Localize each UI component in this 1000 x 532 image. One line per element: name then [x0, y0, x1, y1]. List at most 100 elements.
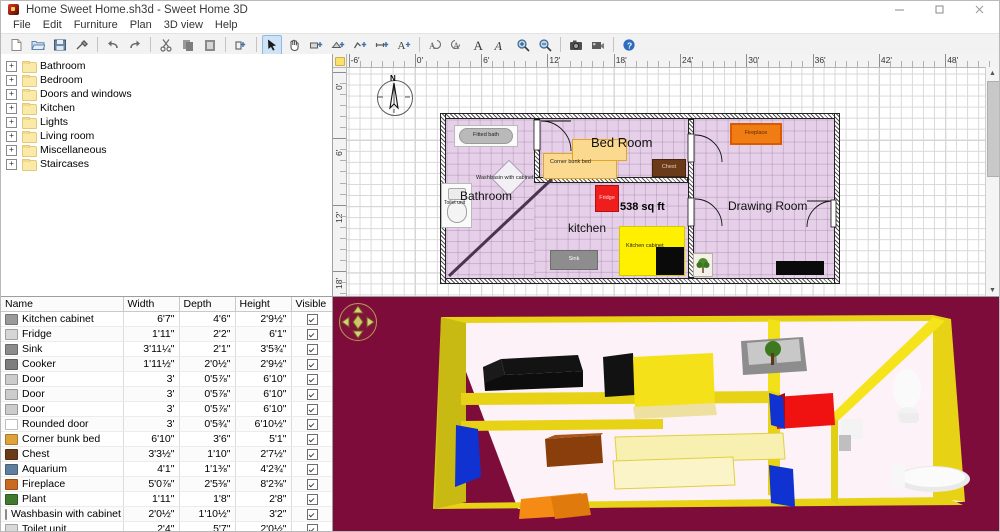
cell-visible[interactable]: [291, 386, 332, 402]
catalog-item-kitchen[interactable]: + Kitchen: [1, 101, 332, 115]
visible-checkbox[interactable]: [306, 493, 318, 505]
catalog-item-doors-and-windows[interactable]: + Doors and windows: [1, 87, 332, 101]
video-create-icon[interactable]: [588, 35, 608, 55]
plan-view[interactable]: -6' 0' 6' 12' 18' 24' 30' 36' 42' 48' 0' 6' 12' 18' …: [333, 54, 999, 297]
compass[interactable]: N: [373, 74, 415, 118]
create-dimension-icon[interactable]: [372, 35, 392, 55]
expand-toggle-icon[interactable]: +: [6, 74, 17, 86]
expand-toggle-icon[interactable]: +: [6, 158, 17, 170]
visible-checkbox[interactable]: [306, 373, 318, 385]
create-polyline-icon[interactable]: [350, 35, 370, 55]
cell-visible[interactable]: [291, 431, 332, 447]
plan-aquarium[interactable]: [776, 261, 824, 275]
catalog-item-bedroom[interactable]: + Bedroom: [1, 73, 332, 87]
visible-checkbox[interactable]: [306, 508, 318, 520]
expand-toggle-icon[interactable]: +: [6, 88, 17, 100]
cell-visible[interactable]: [291, 446, 332, 462]
plan-fridge[interactable]: Fridge: [595, 185, 619, 212]
table-row[interactable]: Corner bunk bed 6'10" 3'6" 5'1": [1, 431, 332, 447]
new-document-icon[interactable]: [6, 35, 26, 55]
cell-visible[interactable]: [291, 401, 332, 417]
visible-checkbox[interactable]: [306, 523, 318, 531]
visible-checkbox[interactable]: [306, 433, 318, 445]
column-header-name[interactable]: Name: [1, 297, 124, 312]
increase-text-size-icon[interactable]: A: [469, 35, 489, 55]
plan-canvas[interactable]: N Fitted bath Toilet unit Washbasin with…: [347, 68, 986, 296]
paste-icon[interactable]: [200, 35, 220, 55]
visible-checkbox[interactable]: [306, 328, 318, 340]
table-row[interactable]: Fireplace 5'0⅞" 2'5⅜" 8'2⅜": [1, 476, 332, 492]
plan-sink[interactable]: Sink: [550, 250, 598, 270]
cell-visible[interactable]: [291, 311, 332, 327]
visible-checkbox[interactable]: [306, 418, 318, 430]
select-arrow-icon[interactable]: [262, 34, 282, 55]
expand-toggle-icon[interactable]: +: [6, 144, 17, 156]
copy-icon[interactable]: [178, 35, 198, 55]
visible-checkbox[interactable]: [306, 448, 318, 460]
furniture-catalog-tree[interactable]: + Bathroom + Bedroom + Doors and windows…: [1, 54, 332, 297]
add-furniture-icon[interactable]: [231, 35, 251, 55]
table-row[interactable]: Cooker 1'11½" 2'0½" 2'9½": [1, 356, 332, 372]
column-header-depth[interactable]: Depth: [179, 297, 236, 312]
plan-plant[interactable]: [693, 253, 713, 277]
create-room-icon[interactable]: [328, 35, 348, 55]
plan-kitchen-cabinet[interactable]: Kitchen cabinet: [619, 226, 685, 276]
cell-visible[interactable]: [291, 371, 332, 387]
column-header-visible[interactable]: Visible: [291, 297, 332, 312]
open-folder-icon[interactable]: [28, 35, 48, 55]
menu-plan[interactable]: Plan: [124, 18, 158, 32]
plan-chest[interactable]: Chest: [652, 159, 686, 177]
visible-checkbox[interactable]: [306, 403, 318, 415]
cell-visible[interactable]: [291, 491, 332, 507]
table-row[interactable]: Aquarium 4'1" 1'1⅜" 4'2¾": [1, 461, 332, 477]
minimize-button[interactable]: [879, 1, 919, 18]
catalog-item-staircases[interactable]: + Staircases: [1, 157, 332, 171]
column-header-width[interactable]: Width: [123, 297, 180, 312]
cell-visible[interactable]: [291, 461, 332, 477]
catalog-item-bathroom[interactable]: + Bathroom: [1, 59, 332, 73]
visible-checkbox[interactable]: [306, 463, 318, 475]
navigation-widget[interactable]: [337, 301, 379, 343]
undo-icon[interactable]: [103, 35, 123, 55]
redo-icon[interactable]: [125, 35, 145, 55]
create-walls-icon[interactable]: [306, 35, 326, 55]
cell-visible[interactable]: [291, 416, 332, 432]
expand-toggle-icon[interactable]: +: [6, 116, 17, 128]
expand-toggle-icon[interactable]: +: [6, 102, 17, 114]
catalog-item-living-room[interactable]: + Living room: [1, 129, 332, 143]
column-header-height[interactable]: Height: [235, 297, 292, 312]
scroll-up-arrow-icon[interactable]: ▲: [986, 67, 999, 79]
table-row[interactable]: Door 3' 0'5⅞" 6'10": [1, 401, 332, 417]
table-row[interactable]: Toilet unit 2'4" 5'7" 2'0½": [1, 521, 332, 531]
menu-help[interactable]: Help: [209, 18, 244, 32]
decrease-text-size-icon[interactable]: A: [491, 35, 511, 55]
plan-fireplace[interactable]: Fireplace: [730, 123, 782, 145]
3d-scene[interactable]: [333, 297, 999, 531]
cell-visible[interactable]: [291, 326, 332, 342]
cell-visible[interactable]: [291, 356, 332, 372]
visible-checkbox[interactable]: [306, 478, 318, 490]
zoom-out-icon[interactable]: [535, 35, 555, 55]
table-row[interactable]: Sink 3'11¼" 2'1" 3'5¾": [1, 341, 332, 357]
table-row[interactable]: Kitchen cabinet 6'7" 4'6" 2'9½": [1, 311, 332, 327]
preferences-icon[interactable]: [72, 35, 92, 55]
cell-visible[interactable]: [291, 341, 332, 357]
table-row[interactable]: Fridge 1'11" 2'2" 6'1": [1, 326, 332, 342]
menu-3d-view[interactable]: 3D view: [158, 18, 209, 32]
table-row[interactable]: Washbasin with cabinet 2'0½" 1'10½" 3'2": [1, 506, 332, 522]
expand-toggle-icon[interactable]: +: [6, 130, 17, 142]
cell-visible[interactable]: [291, 506, 332, 522]
visible-checkbox[interactable]: [306, 343, 318, 355]
zoom-in-icon[interactable]: [513, 35, 533, 55]
visible-checkbox[interactable]: [306, 388, 318, 400]
furniture-list[interactable]: Name Width Depth Height Visible Kitchen …: [1, 297, 332, 531]
table-row[interactable]: Door 3' 0'5⅞" 6'10": [1, 371, 332, 387]
photo-create-icon[interactable]: [566, 35, 586, 55]
scrollbar-thumb[interactable]: [987, 81, 999, 177]
rotate-left-icon[interactable]: A: [425, 35, 445, 55]
close-button[interactable]: [959, 1, 999, 18]
visible-checkbox[interactable]: [306, 313, 318, 325]
rotate-right-icon[interactable]: A: [447, 35, 467, 55]
save-icon[interactable]: [50, 35, 70, 55]
cell-visible[interactable]: [291, 476, 332, 492]
